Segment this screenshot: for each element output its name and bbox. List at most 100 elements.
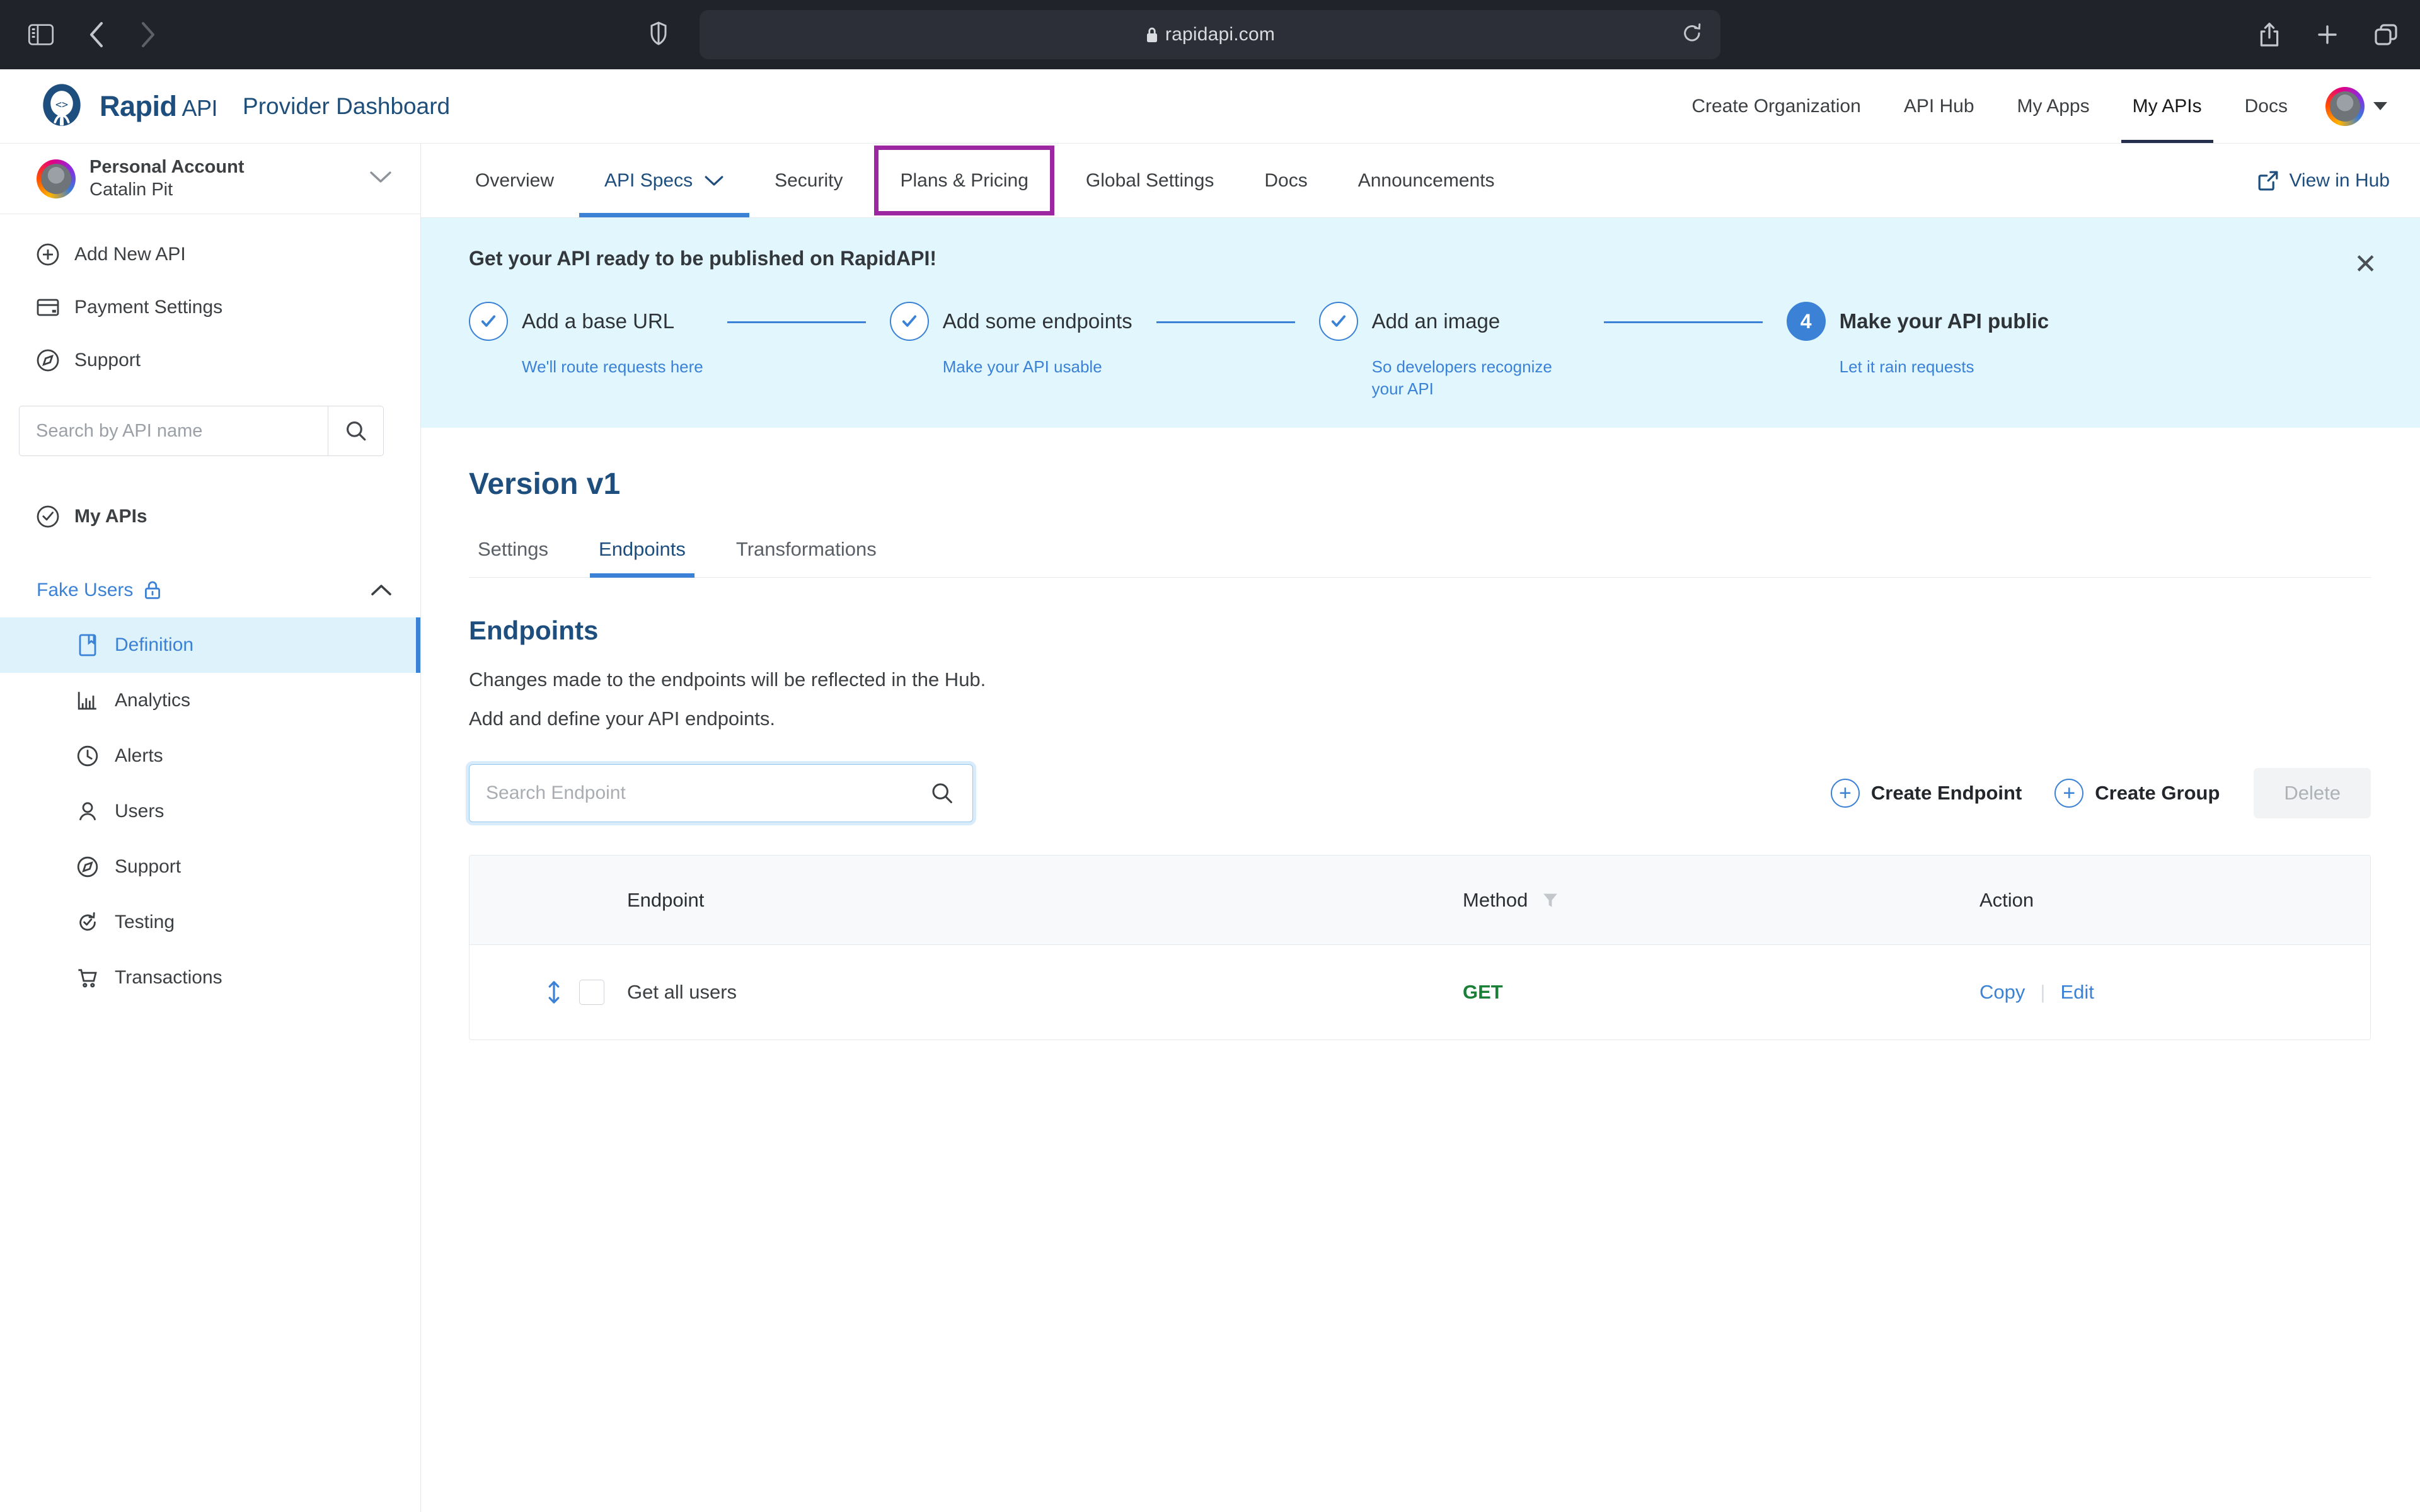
sidebar-item-definition[interactable]: Definition (0, 617, 420, 673)
create-endpoint-button[interactable]: + Create Endpoint (1814, 779, 2038, 808)
sidebar-item-label: Support (115, 856, 182, 877)
lock-icon (143, 580, 162, 600)
tab-global-settings[interactable]: Global Settings (1061, 144, 1239, 217)
tab-announcements[interactable]: Announcements (1333, 144, 1520, 217)
plus-icon[interactable] (2317, 24, 2338, 45)
sub-tab-transformations[interactable]: Transformations (727, 538, 885, 577)
back-arrow-icon[interactable] (87, 21, 106, 49)
app-header: <> Rapid API Provider Dashboard Create O… (0, 69, 2420, 144)
forward-arrow-icon[interactable] (139, 21, 158, 49)
sidebar-toggle-icon[interactable] (28, 24, 54, 45)
step-number: 4 (1800, 309, 1812, 333)
user-icon (76, 801, 100, 822)
sub-tab-endpoints[interactable]: Endpoints (590, 538, 694, 578)
account-switcher[interactable]: Personal Account Catalin Pit (0, 144, 420, 214)
tab-docs[interactable]: Docs (1239, 144, 1332, 217)
tabs-overview-icon[interactable] (2375, 24, 2397, 45)
sidebar-item-testing[interactable]: Testing (0, 895, 420, 950)
top-nav-create-organization[interactable]: Create Organization (1670, 69, 1882, 143)
sidebar-item-payment-settings[interactable]: Payment Settings (0, 281, 420, 334)
section-description-1: Changes made to the endpoints will be re… (469, 668, 986, 691)
onboarding-step-1: Add a base URL We'll route requests here (469, 302, 703, 378)
chevron-up-icon[interactable] (370, 583, 393, 597)
sidebar-item-transactions[interactable]: Transactions (0, 950, 420, 1005)
sub-tab-settings[interactable]: Settings (469, 538, 557, 577)
share-icon[interactable] (2259, 22, 2280, 47)
sidebar-item-support[interactable]: Support (0, 334, 420, 387)
tab-security[interactable]: Security (749, 144, 868, 217)
rapidapi-logo-icon: <> (43, 83, 81, 126)
tab-label: Docs (1264, 169, 1308, 191)
browser-actions (2259, 22, 2397, 47)
book-icon (76, 634, 100, 656)
edit-link[interactable]: Edit (2060, 981, 2094, 1004)
delete-button[interactable]: Delete (2254, 768, 2371, 819)
create-endpoint-label: Create Endpoint (1870, 782, 2022, 805)
sidebar-item-label: Analytics (115, 690, 191, 711)
copy-link[interactable]: Copy (1979, 981, 2025, 1004)
view-in-hub-button[interactable]: View in Hub (2257, 170, 2390, 192)
top-nav-my-apps[interactable]: My Apps (1996, 69, 2111, 143)
table-row[interactable]: Get all users GET Copy | Edit (470, 945, 2370, 1040)
sidebar-item-add-new-api[interactable]: Add New API (0, 228, 420, 281)
top-nav-my-apis[interactable]: My APIs (2111, 69, 2223, 143)
row-actions: Copy | Edit (1979, 981, 2370, 1004)
step-head: 4 Make your API public (1786, 302, 2049, 341)
api-group-label: Fake Users (37, 580, 134, 600)
endpoints-table: Endpoint Method Action Get all users GET… (469, 855, 2371, 1041)
reload-icon[interactable] (1683, 23, 1702, 47)
tab-label: Plans & Pricing (900, 169, 1028, 191)
create-group-label: Create Group (2095, 782, 2220, 805)
search-endpoint-input[interactable] (486, 782, 931, 805)
version-sub-tabs: Settings Endpoints Transformations (469, 538, 2371, 578)
api-search-box[interactable] (19, 406, 384, 456)
endpoints-toolbar: + Create Endpoint + Create Group Delete (469, 764, 2371, 823)
user-menu[interactable] (2309, 86, 2387, 126)
step-sub-label[interactable]: Make your API usable (943, 356, 1132, 378)
sidebar-item-users[interactable]: Users (0, 784, 420, 839)
close-icon[interactable]: ✕ (2354, 251, 2377, 278)
search-input[interactable] (20, 420, 328, 442)
sidebar-item-label: Add New API (74, 244, 186, 265)
onboarding-steps: Add a base URL We'll route requests here… (469, 302, 2382, 400)
url-input[interactable]: rapidapi.com (700, 10, 1720, 59)
step-sub-label[interactable]: We'll route requests here (522, 356, 703, 378)
browser-chrome: rapidapi.com (0, 0, 2420, 69)
brand-logo-group[interactable]: <> Rapid API Provider Dashboard (38, 83, 450, 130)
search-button[interactable] (328, 406, 383, 455)
tab-overview[interactable]: Overview (450, 144, 579, 217)
sidebar: Personal Account Catalin Pit Add New API… (0, 144, 421, 1512)
sidebar-item-alerts[interactable]: Alerts (0, 728, 420, 784)
filter-icon[interactable] (1541, 891, 1559, 909)
tab-api-specs[interactable]: API Specs (579, 144, 750, 217)
url-text: rapidapi.com (1145, 24, 1275, 45)
top-nav-api-hub[interactable]: API Hub (1882, 69, 1996, 143)
browser-nav-controls (28, 21, 158, 49)
step-sub-label[interactable]: So developers recognize your API (1372, 356, 1580, 400)
column-header-endpoint: Endpoint (627, 888, 705, 911)
step-connector (1603, 321, 1763, 323)
sidebar-api-group-fake-users[interactable]: Fake Users (0, 563, 420, 617)
account-avatar (37, 159, 76, 198)
sidebar-item-analytics[interactable]: Analytics (0, 673, 420, 728)
check-circle-icon (37, 505, 59, 528)
column-header-method[interactable]: Method (1463, 889, 1979, 912)
search-icon[interactable] (931, 782, 954, 805)
create-group-button[interactable]: + Create Group (2038, 779, 2236, 808)
refresh-check-icon (76, 912, 100, 933)
row-checkbox[interactable] (579, 980, 604, 1005)
compass-icon (76, 856, 100, 878)
tab-label: Security (775, 169, 843, 191)
step-sub-label[interactable]: Let it rain requests (1840, 356, 2048, 378)
top-nav-docs[interactable]: Docs (2223, 69, 2309, 143)
tab-plans-and-pricing[interactable]: Plans & Pricing (874, 146, 1054, 215)
sidebar-item-my-apis[interactable]: My APIs (0, 489, 420, 544)
banner-title: Get your API ready to be published on Ra… (469, 247, 936, 270)
shield-icon[interactable] (650, 21, 667, 49)
sidebar-item-support-api[interactable]: Support (0, 839, 420, 895)
brand-suffix: API (182, 94, 218, 121)
endpoint-search-box[interactable] (469, 764, 973, 823)
drag-handle-icon[interactable] (545, 978, 563, 1007)
action-separator: | (2040, 981, 2046, 1004)
tab-label: Announcements (1357, 169, 1495, 191)
